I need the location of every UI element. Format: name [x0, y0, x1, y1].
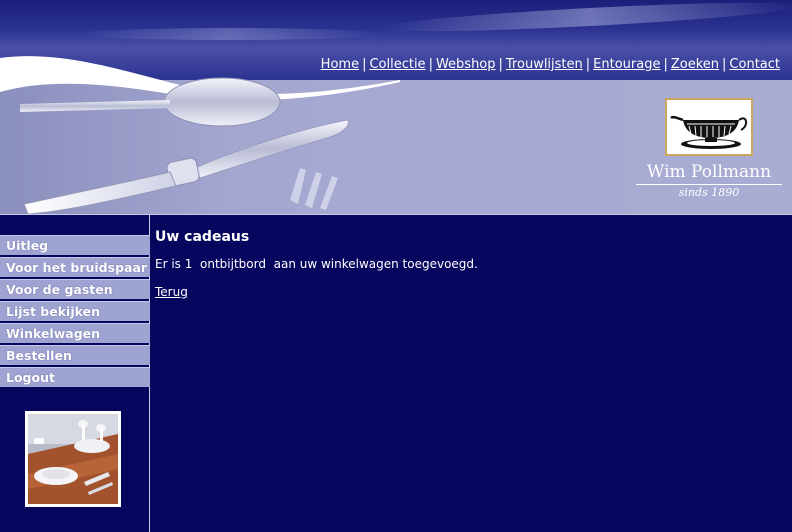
table-setting-photo: [25, 411, 121, 507]
message-prefix: Er is 1: [155, 257, 193, 271]
nav-trouwlijsten[interactable]: Trouwlijsten: [506, 57, 583, 72]
nav-separator: |: [428, 57, 433, 72]
nav-zoeken[interactable]: Zoeken: [671, 57, 719, 72]
main-content: Uw cadeaus Er is 1 ontbijtbord aan uw wi…: [150, 214, 792, 532]
added-item-name: ontbijtbord: [200, 257, 266, 271]
sidebar-item-voor-het-bruidspaar[interactable]: Voor het bruidspaar: [0, 257, 150, 277]
nav-home[interactable]: Home: [321, 57, 359, 72]
nav-separator: |: [585, 57, 591, 72]
site-header: Home | Collectie | Webshop | Trouwlijsten | Ento…: [0, 0, 792, 214]
sidebar-item-lijst-bekijken[interactable]: Lijst bekijken: [0, 301, 150, 321]
sidebar-item-uitleg[interactable]: Uitleg: [0, 235, 150, 255]
nav-entourage[interactable]: Entourage: [593, 57, 660, 72]
brand-since: sinds 1890: [678, 186, 740, 199]
sidebar-item-winkelwagen[interactable]: Winkelwagen: [0, 323, 150, 343]
nav-separator: |: [663, 57, 668, 72]
nav-separator: |: [722, 57, 727, 72]
nav-collectie[interactable]: Collectie: [369, 57, 425, 72]
message-suffix: aan uw winkelwagen toegevoegd.: [273, 257, 478, 271]
sidebar-item-voor-de-gasten[interactable]: Voor de gasten: [0, 279, 150, 299]
nav-separator: |: [362, 57, 367, 72]
cart-confirmation-message: Er is 1 ontbijtbord aan uw winkelwagen t…: [155, 257, 478, 271]
brand-name: Wim Pollmann: [636, 162, 782, 185]
sidebar-item-logout[interactable]: Logout: [0, 367, 150, 387]
gravy-boat-logo-icon[interactable]: [665, 98, 753, 156]
back-link[interactable]: Terug: [155, 285, 188, 299]
nav-webshop[interactable]: Webshop: [436, 57, 496, 72]
top-navigation: Home | Collectie | Webshop | Trouwlijsten | Ento…: [321, 57, 780, 72]
sidebar-item-bestellen[interactable]: Bestellen: [0, 345, 150, 365]
sidebar: Uitleg Voor het bruidspaar Voor de gaste…: [0, 214, 150, 532]
sidebar-menu: Uitleg Voor het bruidspaar Voor de gaste…: [0, 235, 150, 389]
page-title: Uw cadeaus: [155, 229, 250, 245]
nav-separator: |: [498, 57, 503, 72]
nav-contact[interactable]: Contact: [729, 57, 780, 72]
